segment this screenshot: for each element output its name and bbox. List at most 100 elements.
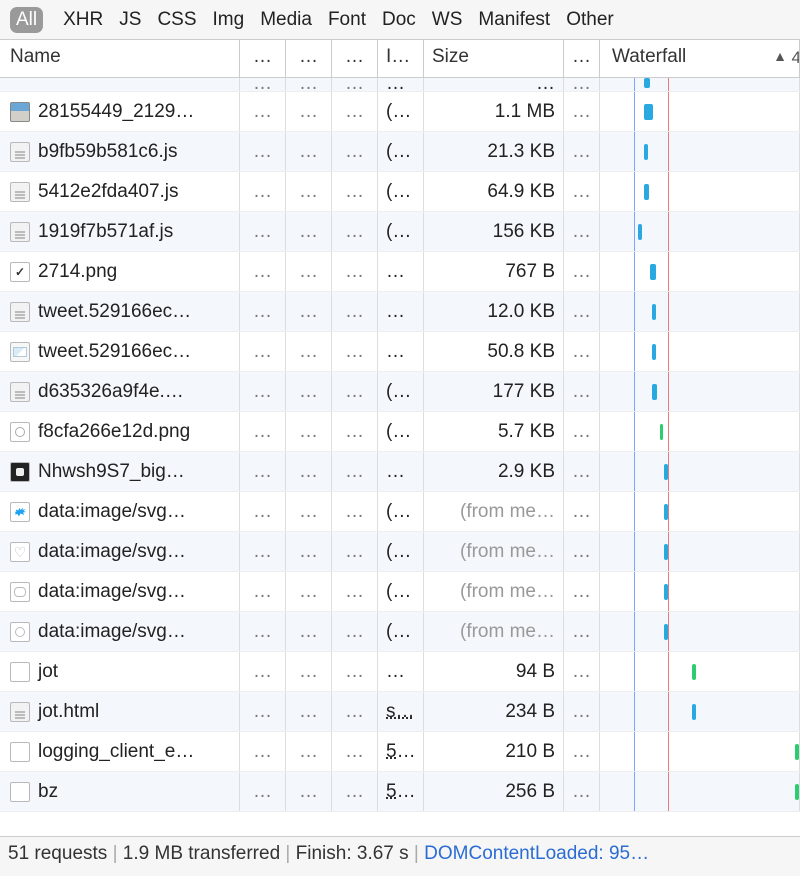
cell-status: …: [240, 212, 286, 251]
cell-status: …: [240, 652, 286, 691]
table-row[interactable]: data:image/svg…………(i…(from me……: [0, 532, 800, 572]
cell-time: …: [564, 692, 600, 731]
cell-status: …: [240, 332, 286, 371]
cell-waterfall: [600, 612, 800, 651]
cell-type: …: [286, 572, 332, 611]
status-bar: 51 requests | 1.9 MB transferred | Finis…: [0, 836, 800, 876]
filter-img[interactable]: Img: [213, 9, 245, 31]
cell-scheme: …: [332, 612, 378, 651]
filter-ws[interactable]: WS: [432, 9, 463, 31]
table-row[interactable]: 2714.png…………767 B…: [0, 252, 800, 292]
cell-size: 64.9 KB: [424, 172, 564, 211]
table-row[interactable]: f8cfa266e12d.png………(i…5.7 KB…: [0, 412, 800, 452]
table-row[interactable]: d635326a9f4e.…………(i…177 KB…: [0, 372, 800, 412]
table-row[interactable]: jot…………94 B…: [0, 652, 800, 692]
domcontentloaded-line: [634, 532, 635, 571]
table-row[interactable]: logging_client_e…………5…210 B…: [0, 732, 800, 772]
cell-size: 767 B: [424, 252, 564, 291]
cell-type: …: [286, 372, 332, 411]
cell-type: …: [286, 412, 332, 451]
col-size[interactable]: Size: [424, 40, 564, 77]
cell-waterfall: [600, 292, 800, 331]
file-blank-icon: [10, 742, 30, 762]
domcontentloaded-line: [634, 732, 635, 771]
cell-time: …: [564, 492, 600, 531]
cell-type: …: [286, 452, 332, 491]
table-row[interactable]: 5412e2fda407.js………(i…64.9 KB…: [0, 172, 800, 212]
domcontentloaded-line: [634, 172, 635, 211]
cell-waterfall: [600, 532, 800, 571]
table-row[interactable]: bz………5…256 B…: [0, 772, 800, 812]
file-js-icon: [10, 302, 30, 322]
table-row[interactable]: data:image/svg…………(i…(from me……: [0, 612, 800, 652]
cell-type: …: [286, 132, 332, 171]
load-line: [668, 652, 669, 691]
table-row[interactable]: tweet.529166ec……………50.8 KB…: [0, 332, 800, 372]
table-row[interactable]: data:image/svg…………(i…(from me……: [0, 492, 800, 532]
cell-initiator: (i…: [378, 172, 424, 211]
table-row[interactable]: 1919f7b571af.js………(i…156 KB…: [0, 212, 800, 252]
load-line: [668, 452, 669, 491]
table-row[interactable]: 28155449_2129…………(i…1.1 MB…: [0, 92, 800, 132]
cell-time: …: [564, 252, 600, 291]
cell-time: …: [564, 332, 600, 371]
table-row[interactable]: b9fb59b581c6.js………(i…21.3 KB…: [0, 132, 800, 172]
col-time[interactable]: …: [564, 40, 600, 77]
cell-type: …: [286, 92, 332, 131]
cell-type: …: [286, 332, 332, 371]
cell-waterfall: [600, 732, 800, 771]
cell-size: 156 KB: [424, 212, 564, 251]
col-status[interactable]: …: [240, 40, 286, 77]
col-waterfall[interactable]: Waterfall ▲ 4: [600, 40, 800, 77]
cell-initiator: (i…: [378, 612, 424, 651]
filter-doc[interactable]: Doc: [382, 9, 416, 31]
table-row[interactable]: data:image/svg…………(i…(from me……: [0, 572, 800, 612]
load-line: [668, 372, 669, 411]
cell-type: …: [286, 772, 332, 811]
status-sep-1: |: [113, 843, 123, 864]
table-row[interactable]: Nhwsh9S7_big……………2.9 KB…: [0, 452, 800, 492]
filter-other[interactable]: Other: [566, 9, 614, 31]
file-info-icon: [10, 622, 30, 642]
status-domcontentloaded: DOMContentLoaded: 95…: [424, 843, 649, 864]
request-name: Nhwsh9S7_big…: [38, 452, 185, 491]
cell-waterfall: [600, 332, 800, 371]
filter-manifest[interactable]: Manifest: [478, 9, 550, 31]
cell-size: 2.9 KB: [424, 452, 564, 491]
timing-bar: [652, 384, 657, 400]
col-type[interactable]: …: [286, 40, 332, 77]
cell-status: …: [240, 612, 286, 651]
timing-bar: [638, 224, 642, 240]
col-name[interactable]: Name: [0, 40, 240, 77]
cell-time: …: [564, 732, 600, 771]
cell-status: …: [240, 412, 286, 451]
sort-asc-icon: ▲: [773, 48, 787, 64]
load-line: [668, 212, 669, 251]
col-initiator[interactable]: I…: [378, 40, 424, 77]
filter-css[interactable]: CSS: [157, 9, 196, 31]
timing-bar: [644, 144, 648, 160]
cell-time: …: [564, 212, 600, 251]
col-scheme[interactable]: …: [332, 40, 378, 77]
cell-scheme: …: [332, 372, 378, 411]
request-list[interactable]: ………………28155449_2129…………(i…1.1 MB…b9fb59b…: [0, 78, 800, 836]
filter-media[interactable]: Media: [260, 9, 312, 31]
domcontentloaded-line: [634, 452, 635, 491]
table-row-partial[interactable]: ………………: [0, 78, 800, 92]
filter-font[interactable]: Font: [328, 9, 366, 31]
cell-type: …: [286, 692, 332, 731]
filter-xhr[interactable]: XHR: [63, 9, 103, 31]
cell-type: …: [286, 612, 332, 651]
load-line: [668, 412, 669, 451]
cell-scheme: …: [332, 92, 378, 131]
table-row[interactable]: tweet.529166ec……………12.0 KB…: [0, 292, 800, 332]
timing-bar: [644, 104, 653, 120]
filter-js[interactable]: JS: [119, 9, 141, 31]
cell-size: (from me…: [424, 492, 564, 531]
cell-status: …: [240, 92, 286, 131]
filter-all[interactable]: All: [10, 7, 43, 33]
request-name: f8cfa266e12d.png: [38, 412, 190, 451]
cell-type: …: [286, 532, 332, 571]
table-row[interactable]: jot.html………s…234 B…: [0, 692, 800, 732]
request-name: b9fb59b581c6.js: [38, 132, 177, 171]
